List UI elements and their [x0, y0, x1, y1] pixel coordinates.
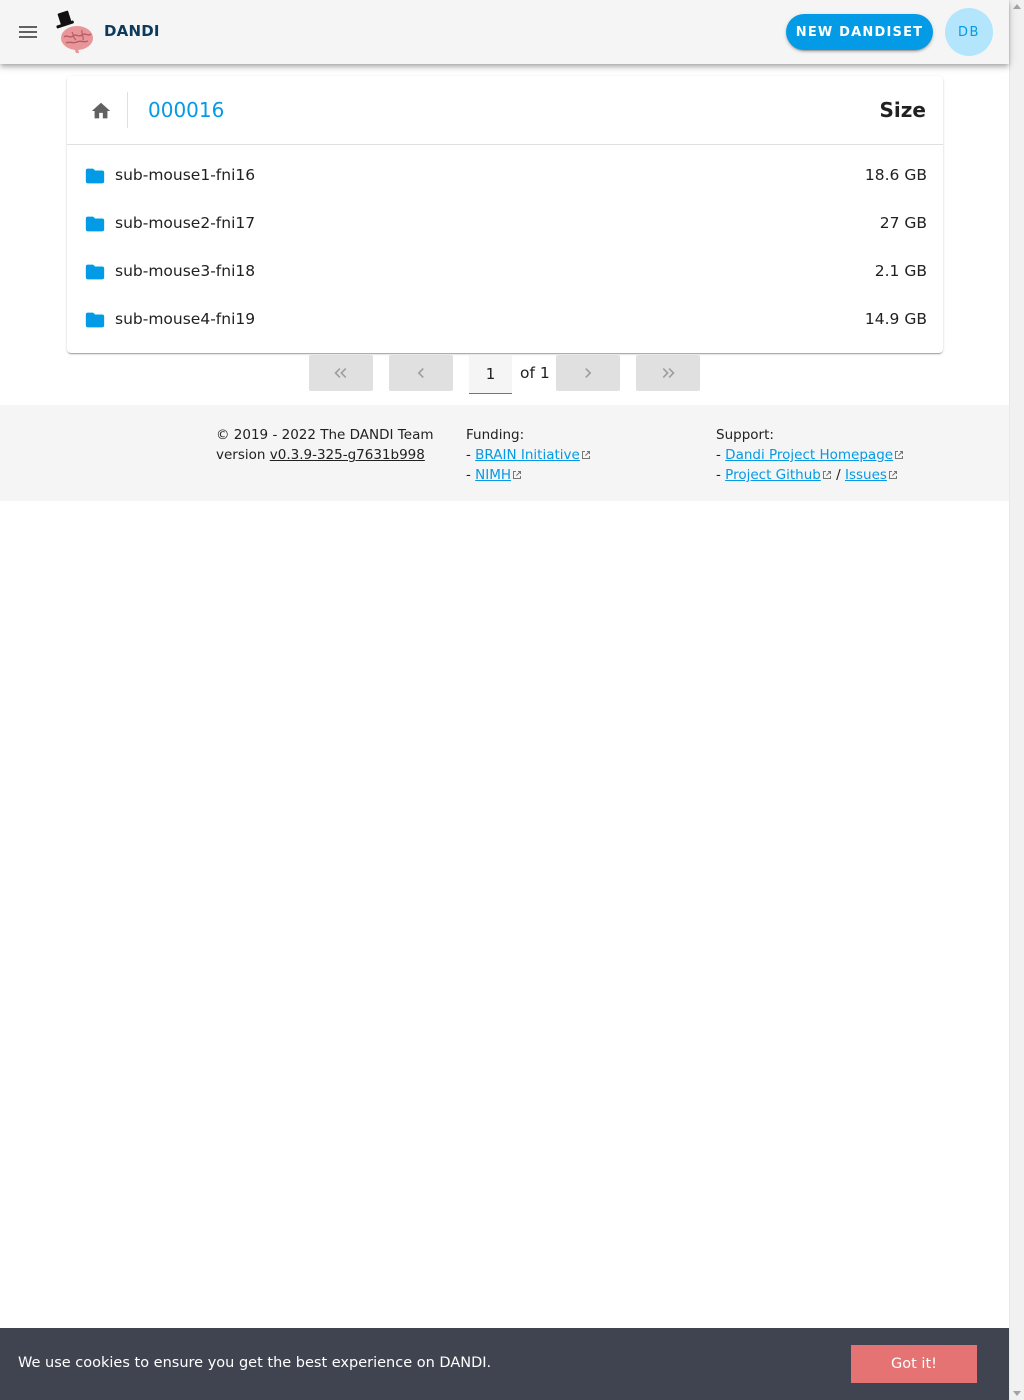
menu-button[interactable]	[10, 14, 46, 50]
page-count-label: of 1	[520, 364, 550, 382]
user-avatar[interactable]: DB	[945, 8, 993, 56]
folder-size: 18.6 GB	[864, 166, 927, 184]
last-page-button[interactable]	[636, 355, 700, 391]
folder-name: sub-mouse2-fni17	[115, 214, 256, 232]
external-link-icon	[888, 471, 897, 479]
funding-item: - BRAIN Initiative	[466, 445, 591, 465]
header-divider	[127, 92, 128, 128]
brain-initiative-link[interactable]: BRAIN Initiative	[475, 447, 580, 463]
chevron-right-icon	[585, 368, 592, 378]
external-link-icon	[513, 471, 522, 479]
cookie-banner: We use cookies to ensure you get the bes…	[0, 1328, 1009, 1400]
home-button[interactable]	[87, 97, 115, 125]
list-bullet: -	[716, 467, 721, 483]
folder-name: sub-mouse1-fni16	[115, 166, 256, 184]
file-browser: 000016 Size sub-mouse1-fni16 18.6 GB sub…	[67, 76, 943, 353]
folder-size: 14.9 GB	[864, 310, 927, 328]
support-item: - Dandi Project Homepage	[716, 445, 904, 465]
next-page-button[interactable]	[556, 355, 620, 391]
version-link[interactable]: v0.3.9-325-g7631b998	[270, 447, 425, 463]
file-browser-header: 000016 Size	[67, 76, 943, 145]
support-item: - Project Github / Issues	[716, 465, 904, 485]
double-chevron-left-icon	[334, 368, 347, 378]
scroll-up-arrow-icon[interactable]	[1013, 4, 1021, 9]
cookie-accept-button[interactable]: Got it!	[851, 1345, 977, 1383]
folder-name: sub-mouse4-fni19	[115, 310, 256, 328]
new-dandiset-button[interactable]: NEW DANDISET	[786, 14, 933, 50]
folder-size: 2.1 GB	[874, 262, 927, 280]
dandi-homepage-link[interactable]: Dandi Project Homepage	[725, 447, 893, 463]
list-bullet: -	[466, 447, 471, 463]
folder-icon	[85, 168, 105, 184]
funding-label: Funding:	[466, 427, 525, 443]
folder-icon	[85, 312, 105, 328]
project-github-link[interactable]: Project Github	[725, 467, 821, 483]
page: DANDI NEW DANDISET DB 000016 Size sub-mo…	[0, 0, 1009, 1400]
external-link-icon	[581, 451, 590, 459]
first-page-button[interactable]	[309, 355, 373, 391]
footer-support-column: Support: - Dandi Project Homepage - Proj…	[716, 425, 904, 485]
folder-icon	[85, 264, 105, 280]
footer-funding-column: Funding: - BRAIN Initiative - NIMH	[466, 425, 591, 485]
folder-icon	[85, 216, 105, 232]
funding-item: - NIMH	[466, 465, 591, 485]
list-bullet: -	[466, 467, 471, 483]
breadcrumb-dandiset[interactable]: 000016	[148, 98, 224, 122]
copyright-text: © 2019 - 2022 The DANDI Team	[216, 427, 434, 443]
external-link-icon	[822, 471, 831, 479]
issues-link[interactable]: Issues	[845, 467, 887, 483]
page-number-input[interactable]	[469, 355, 512, 394]
support-label: Support:	[716, 427, 774, 443]
link-separator: /	[836, 467, 841, 483]
version-line: version v0.3.9-325-g7631b998	[216, 445, 434, 465]
folder-row[interactable]: sub-mouse4-fni19 14.9 GB	[67, 296, 943, 344]
external-link-icon	[895, 451, 904, 459]
scroll-down-arrow-icon[interactable]	[1013, 1391, 1021, 1396]
footer: © 2019 - 2022 The DANDI Team version v0.…	[0, 405, 1009, 501]
size-column-header: Size	[879, 98, 926, 122]
app-bar: DANDI NEW DANDISET DB	[0, 0, 1009, 64]
folder-row[interactable]: sub-mouse1-fni16 18.6 GB	[67, 152, 943, 200]
page-scrollbar[interactable]	[1009, 0, 1024, 1400]
nimh-link[interactable]: NIMH	[475, 467, 511, 483]
folder-row[interactable]: sub-mouse2-fni17 27 GB	[67, 200, 943, 248]
version-prefix: version	[216, 447, 270, 463]
brand-name[interactable]: DANDI	[104, 22, 160, 40]
cookie-message: We use cookies to ensure you get the bes…	[18, 1355, 492, 1371]
home-icon	[91, 102, 111, 119]
folder-row[interactable]: sub-mouse3-fni18 2.1 GB	[67, 248, 943, 296]
double-chevron-right-icon	[662, 368, 675, 378]
footer-copyright-column: © 2019 - 2022 The DANDI Team version v0.…	[216, 425, 434, 465]
list-bullet: -	[716, 447, 721, 463]
dandi-brain-logo[interactable]	[52, 10, 96, 54]
folder-name: sub-mouse3-fni18	[115, 262, 256, 280]
chevron-left-icon	[417, 368, 424, 378]
folder-size: 27 GB	[879, 214, 927, 232]
previous-page-button[interactable]	[389, 355, 453, 391]
menu-icon	[19, 26, 37, 38]
